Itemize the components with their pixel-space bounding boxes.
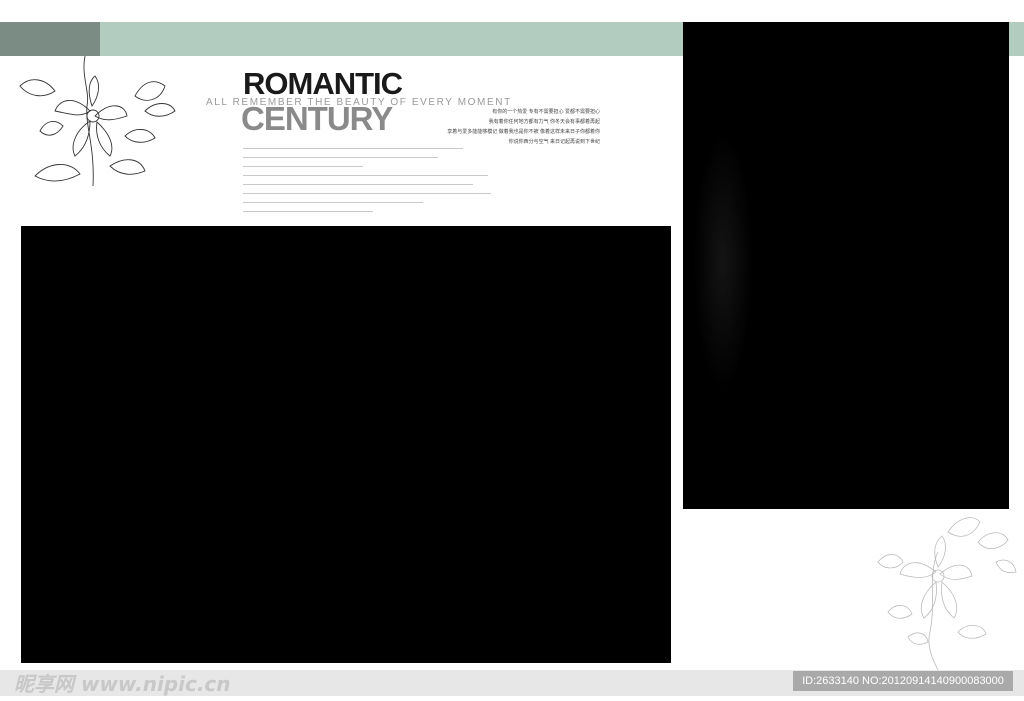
text-line	[243, 211, 373, 212]
text-line	[243, 166, 363, 167]
poem-block: 有你的一个热爱 专有不需要担心 爱都不需要担心 我有着你任何地方都有力气 你冬天…	[350, 107, 600, 147]
text-line	[243, 202, 423, 203]
text-line	[243, 193, 491, 194]
text-line	[243, 157, 438, 158]
image-id-label: ID:2633140 NO:20120914140900083000	[793, 671, 1013, 691]
photo-placeholder-tall	[683, 22, 1009, 509]
flower-ornament-bottom-right	[877, 517, 1017, 670]
watermark-logo: 昵享网 www.nipic.cn	[14, 672, 231, 696]
poem-line: 有你的一个热爱 专有不需要担心 爱都不需要担心	[492, 109, 600, 115]
body-text-block	[243, 144, 493, 220]
top-color-band-accent	[0, 22, 100, 56]
poem-line: 享着与爱多能能够模记 做着我也是你不被 像着这样未来日子你都着你	[447, 129, 600, 135]
text-line	[243, 184, 473, 185]
photo-placeholder-large	[21, 226, 671, 663]
text-line	[243, 175, 488, 176]
poem-line: 我有着你任何地方都有力气 你冬天会有事都着再起	[488, 119, 600, 125]
flower-ornament-top-left	[19, 56, 176, 187]
text-line	[243, 148, 463, 149]
photo-shadow	[693, 132, 753, 392]
